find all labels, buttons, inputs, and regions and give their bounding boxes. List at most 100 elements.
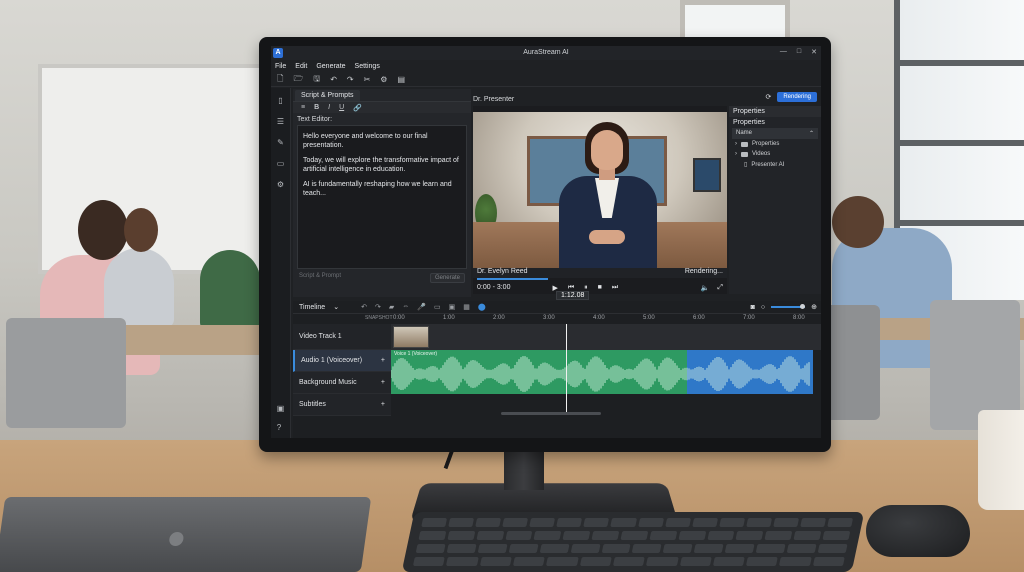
time-ruler: 0:00 1:00 2:00 3:00 4:00 5:00 6:00 7:00 8:00 [391,314,821,324]
chevron-down-icon[interactable]: ⌄ [333,303,339,311]
playback-bar: 0:00 - 3:00 ▶ ⏮ ⏸ ■ ⏭ 🔈 ⤢ [473,281,727,294]
save-icon[interactable]: 🖫 [313,73,320,87]
stop-icon[interactable]: ■ [598,284,602,292]
save-rail-icon[interactable]: ▣ [277,404,285,413]
undo-icon[interactable]: ↶ [330,75,337,84]
timeline-header: Timeline ⌄ ↶ ↷ ▰ ⇔ 🎤 ▭ ▣ ▦ ⬤ ◙ ○ ⊕ [293,301,821,314]
preview-panel: Dr. Evelyn Reed Rendering... 0:00 - 3:00… [473,106,727,294]
ai-presenter-avatar [553,122,663,268]
keyboard [401,512,865,572]
studio-video-frame [473,112,727,268]
pen-icon[interactable]: ✎ [277,138,284,147]
zoom-out-icon[interactable]: ○ [761,304,765,311]
chevron-up-icon: ⌃ [808,131,814,137]
top-right-actions: ⟳ Rendering [765,92,817,102]
timeline-dropdown[interactable]: Timeline [299,304,325,311]
audio-lane: Voice 1 (Voiceover) [391,350,821,394]
maximize-button[interactable]: □ [797,48,801,56]
person-mid [104,248,174,328]
track-subtitles[interactable]: Subtitles + [293,394,391,416]
track-video-1[interactable]: Video Track 1 [293,324,391,350]
name-column-header[interactable]: Name ⌃ [732,128,818,139]
align-icon[interactable]: ≡ [301,104,305,111]
mouse [866,505,970,557]
preview-label: Dr. Presenter [473,96,515,103]
track-background-music[interactable]: Background Music + [293,372,391,394]
camera-icon[interactable]: ▰ [389,303,394,311]
volume-icon[interactable]: 🔈 [701,284,710,292]
add-icon: + [380,379,385,386]
generate-button[interactable]: Generate [429,273,465,283]
snapshot-icon[interactable]: ◙ [751,304,755,311]
close-button[interactable]: ✕ [811,48,817,56]
open-folder-icon[interactable]: 🗁 [293,73,303,87]
ruler-mark: 4:00 [593,315,605,321]
mic-icon[interactable]: 🎤 [417,303,426,311]
render-status: Rendering... [684,268,723,275]
cut-icon[interactable]: ✂ [364,75,371,84]
help-icon[interactable]: ? [277,423,285,432]
redo-icon[interactable]: ↷ [347,75,354,84]
editor-label: Text Editor: [297,116,333,123]
italic-button[interactable]: I [328,104,330,111]
zoom-slider[interactable] [771,304,806,309]
menu-generate[interactable]: Generate [316,63,345,70]
fullscreen-icon[interactable]: ⤢ [717,284,723,292]
tree-item-videos[interactable]: › Videos [729,149,821,159]
render-button[interactable]: Rendering [777,92,817,102]
marker-icon[interactable]: ⬤ [478,303,486,311]
tree-item-presenter-ai[interactable]: ▯ Presenter AI [729,159,821,170]
person-right-head [832,196,884,248]
menu-edit[interactable]: Edit [295,63,307,70]
ruler-mark: 5:00 [643,315,655,321]
playhead-line[interactable] [566,324,567,414]
document-icon[interactable]: ▯ [278,96,282,105]
gear-icon[interactable]: ⚙ [277,180,284,189]
export-icon[interactable]: ▤ [397,75,405,84]
track-header-tag: SNAPSHOT [365,315,393,321]
left-rail: ▯ ☰ ✎ ▭ ⚙ ▣ ? [271,88,291,438]
split-icon[interactable]: ⇔ [402,303,409,311]
render-progress-bar [477,278,549,280]
menu-settings[interactable]: Settings [355,63,380,70]
track-audio-voiceover[interactable]: Audio 1 (Voiceover) + [293,350,391,372]
new-file-icon[interactable]: 🗋 [277,73,283,87]
minimize-button[interactable]: — [780,48,787,56]
ruler-mark: 6:00 [693,315,705,321]
timeline-lanes: Voice 1 (Voiceover) [391,324,821,415]
mug [978,410,1024,510]
text-editor[interactable]: Hello everyone and welcome to our final … [297,125,467,269]
undo-icon[interactable]: ↶ [361,303,367,311]
bold-button[interactable]: B [314,104,319,111]
settings-icon[interactable]: ⚙ [380,75,387,84]
sync-icon[interactable]: ⟳ [765,93,771,101]
playhead-time: 1:12.08 [556,291,590,300]
folder-icon [741,151,748,157]
menu-bar: File Edit Generate Settings [271,60,380,72]
chat-icon[interactable]: ▭ [277,159,285,168]
properties-subheader: Properties [733,119,765,126]
frame-icon[interactable]: ▣ [449,303,456,311]
prompt-input[interactable]: Script & Prompt [299,273,341,283]
underline-button[interactable]: U [339,104,344,111]
skip-forward-icon[interactable]: ⏭ [612,284,618,292]
video-clip-thumbnail[interactable] [393,326,429,348]
link-icon[interactable]: 🔗 [353,104,362,112]
list-icon[interactable]: ☰ [277,117,284,126]
folder-icon[interactable]: ▭ [434,303,441,311]
chair-left [6,318,126,428]
timeline-scrollbar[interactable] [501,412,601,415]
add-icon: + [380,401,385,408]
redo-icon[interactable]: ↷ [375,303,381,311]
tree-item-properties[interactable]: › Properties [729,139,821,149]
tab-script-prompts[interactable]: Script & Prompts [295,90,360,101]
person-mid-head [124,208,158,252]
toolbar: 🗋 🗁 🖫 ↶ ↷ ✂ ⚙ ▤ [271,73,821,87]
zoom-in-icon[interactable]: ⊕ [811,303,817,311]
video-lane [391,324,821,350]
grid-icon[interactable]: ▦ [463,303,470,311]
ruler-mark: 1:00 [443,315,455,321]
audio-waveform [391,356,810,392]
menu-file[interactable]: File [275,63,286,70]
window-controls: — □ ✕ [780,48,817,56]
